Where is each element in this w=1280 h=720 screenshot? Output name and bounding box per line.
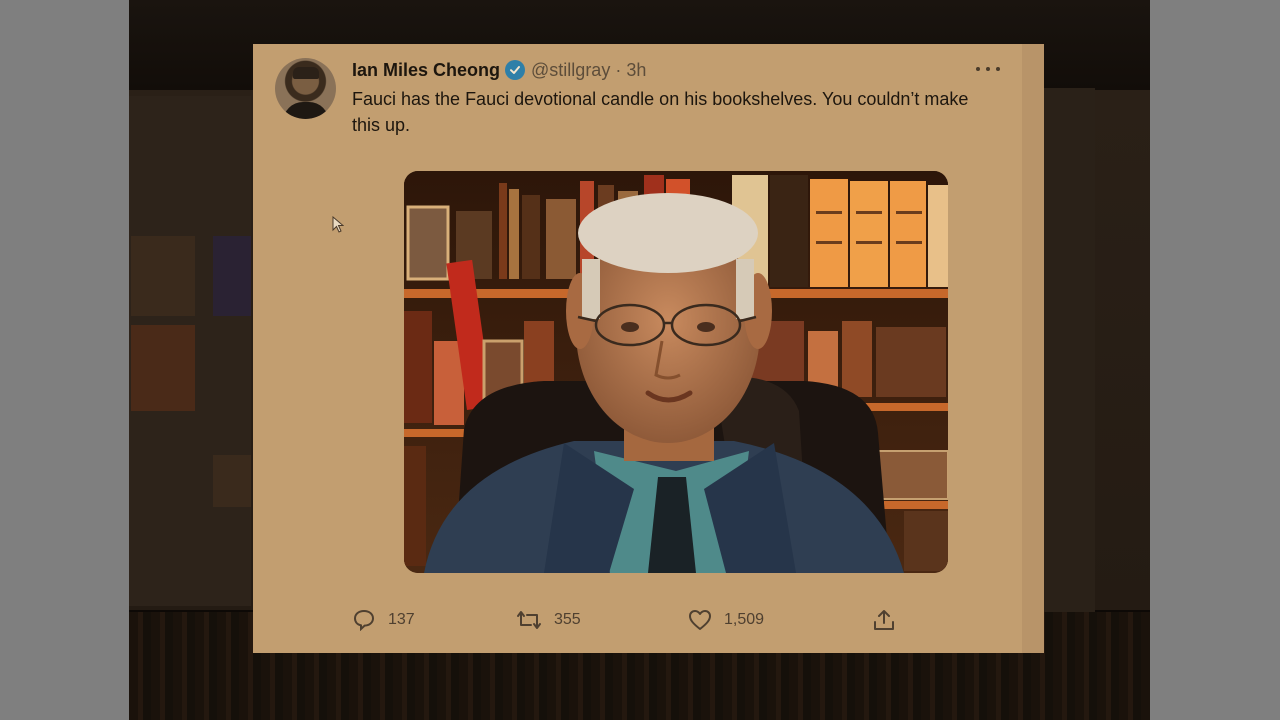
- tweet-text: Fauci has the Fauci devotional candle on…: [352, 89, 969, 135]
- tweet-media-image[interactable]: [404, 171, 948, 573]
- like-button[interactable]: 1,509: [688, 609, 764, 631]
- reply-button[interactable]: 137: [352, 609, 415, 631]
- author-name[interactable]: Ian Miles Cheong: [352, 60, 500, 81]
- retweet-icon: [517, 611, 541, 629]
- share-icon: [874, 610, 894, 630]
- reply-icon: [353, 609, 375, 631]
- background-thumbnail: [213, 236, 251, 316]
- author-handle[interactable]: @stillgray: [531, 60, 610, 81]
- heart-icon: [689, 610, 711, 630]
- background-thumbnail: [213, 455, 251, 507]
- reply-count: 137: [388, 611, 415, 628]
- retweet-button[interactable]: 355: [516, 609, 581, 631]
- office-photo: [404, 171, 948, 573]
- tweet-time[interactable]: 3h: [626, 60, 646, 81]
- background-thumbnail: [131, 325, 195, 411]
- retweet-count: 355: [554, 611, 581, 628]
- background-topbar: [154, 14, 1114, 40]
- card-edge: [1022, 44, 1044, 653]
- tweet-actions: 137 355 1,509: [352, 609, 912, 635]
- like-count: 1,509: [724, 611, 765, 628]
- background-thumbnail: [131, 236, 195, 316]
- more-horizontal-icon[interactable]: [976, 60, 1000, 78]
- share-button[interactable]: [872, 609, 896, 631]
- avatar-hat: [293, 67, 319, 79]
- header-separator: ·: [615, 59, 622, 80]
- verified-badge-icon: [505, 60, 526, 80]
- video-frame: Ian Miles Cheong @stillgray · 3h Fauci h…: [129, 0, 1150, 720]
- avatar-shirt: [283, 102, 329, 119]
- background-right-panel: [1043, 88, 1095, 613]
- mouse-pointer-icon: [332, 216, 344, 233]
- tweet-header: Ian Miles Cheong @stillgray · 3h: [352, 58, 646, 82]
- tweet-card[interactable]: Ian Miles Cheong @stillgray · 3h Fauci h…: [253, 44, 1044, 653]
- author-avatar[interactable]: [275, 58, 336, 119]
